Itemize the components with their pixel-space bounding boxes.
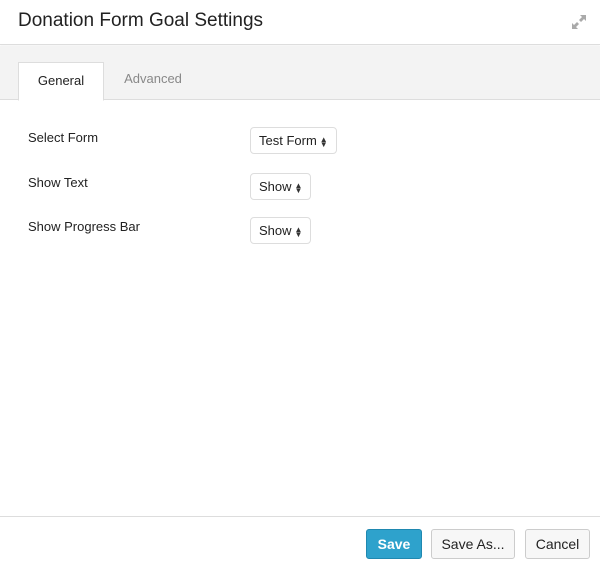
show-text-value: Show: [259, 179, 292, 194]
show-text-dropdown[interactable]: Show ▲ ▼: [250, 173, 312, 200]
show-progress-bar-value: Show: [259, 223, 292, 238]
tab-bar: General Advanced: [0, 46, 600, 101]
select-form-dropdown[interactable]: Test Form ▲ ▼: [250, 127, 337, 154]
select-form-label: Select Form: [28, 130, 99, 145]
modal-header: Donation Form Goal Settings: [0, 0, 600, 45]
modal-footer: Save Save As... Cancel: [0, 516, 600, 567]
tab-general[interactable]: General: [18, 62, 104, 101]
select-form-value: Test Form: [259, 133, 317, 148]
updown-arrow-icon: ▲ ▼: [294, 180, 303, 195]
save-button[interactable]: Save: [366, 529, 422, 559]
modal-title: Donation Form Goal Settings: [18, 10, 264, 31]
cancel-button[interactable]: Cancel: [525, 529, 590, 559]
show-progress-bar-dropdown[interactable]: Show ▲ ▼: [250, 217, 312, 244]
updown-arrow-icon: ▲ ▼: [319, 134, 328, 149]
save-as-button[interactable]: Save As...: [431, 529, 515, 559]
show-text-label: Show Text: [28, 175, 88, 190]
expand-icon[interactable]: [570, 13, 588, 31]
show-progress-bar-label: Show Progress Bar: [28, 219, 140, 234]
tab-advanced[interactable]: Advanced: [110, 62, 196, 100]
updown-arrow-icon: ▲ ▼: [294, 224, 303, 239]
